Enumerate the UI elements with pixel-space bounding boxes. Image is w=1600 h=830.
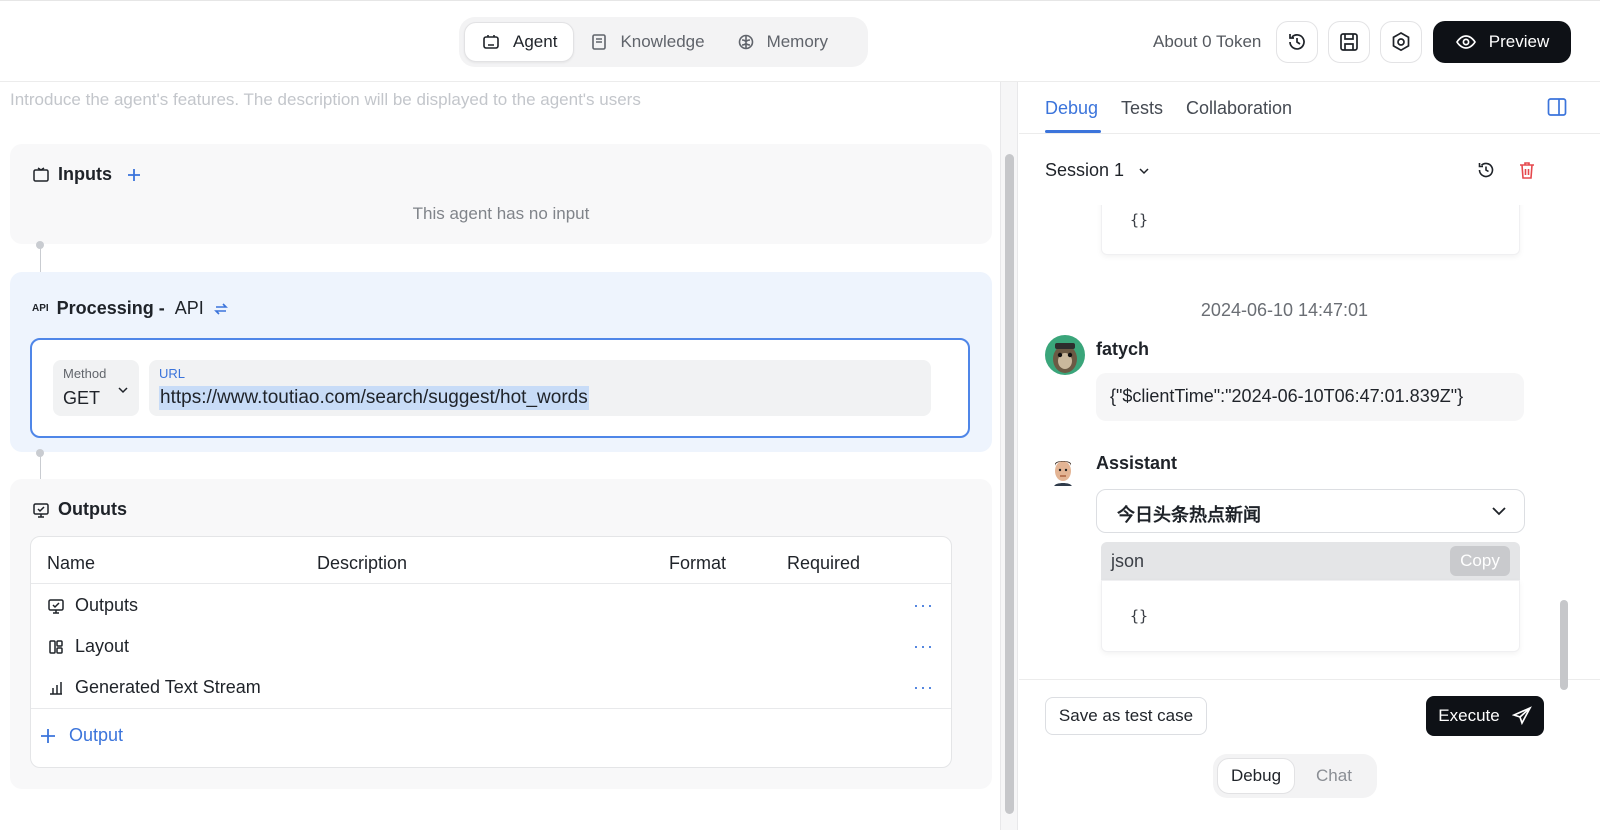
processing-title: API Processing - API [32,298,230,319]
tab-collaboration[interactable]: Collaboration [1186,98,1292,119]
brain-icon [737,33,755,51]
add-input-button[interactable] [126,167,142,183]
input-icon [32,166,50,184]
delete-icon[interactable] [1518,160,1536,180]
mode-debug[interactable]: Debug [1217,758,1295,794]
more-options-button[interactable]: ··· [913,636,934,657]
active-tab-indicator [1045,130,1101,133]
outputs-title: Outputs [32,499,127,520]
user-name: fatych [1096,339,1150,359]
description-input[interactable]: Introduce the agent's features. The desc… [10,90,641,110]
settings-button[interactable] [1380,21,1422,63]
debug-chat-switch: Debug Chat [1213,754,1377,798]
column-header: Format [669,553,727,573]
inputs-card: Inputs This agent has no input [10,144,992,244]
chevron-down-icon [1138,165,1150,177]
output-icon [32,501,50,519]
outputs-table: Name Description Format Required Outputs… [30,536,952,768]
text-stream-icon [47,679,65,697]
scrollbar-thumb[interactable] [1005,154,1014,814]
session-select[interactable]: Session 1 [1045,160,1150,181]
copy-button[interactable]: Copy [1450,546,1510,576]
switch-icon[interactable] [212,300,230,318]
inputs-title: Inputs [32,164,142,185]
agent-editor: Introduce the agent's features. The desc… [0,82,1018,830]
code-block: {} [1101,580,1520,652]
assistant-name: Assistant [1096,453,1178,473]
api-icon: API [32,303,49,314]
api-config-box: Method GET URL https://www.toutiao.com/s… [30,338,970,438]
save-icon [1338,31,1360,53]
tab-tests[interactable]: Tests [1121,98,1163,119]
top-header: Agent Knowledge Memory About 0 Token Pre… [0,0,1600,82]
tab-memory[interactable]: Memory [721,22,844,62]
layout-icon [47,638,65,656]
add-output-button[interactable]: Output [39,725,123,746]
robot-icon [481,32,501,52]
message-timestamp: 2024-06-10 14:47:01 [1200,300,1369,320]
chat-history: {} 2024-06-10 14:47:01 fatych {"$clientT… [1019,205,1600,680]
user-message: {"$clientTime":"2024-06-10T06:47:01.839Z… [1096,373,1524,421]
mode-chat[interactable]: Chat [1295,758,1373,794]
code-block: {} [1101,205,1520,255]
avatar [1045,335,1085,375]
column-header: Name [47,553,96,573]
output-icon [47,597,65,615]
table-row[interactable]: Generated Text Stream ··· [31,667,951,708]
eye-icon [1455,31,1477,53]
no-input-text: This agent has no input [412,204,590,223]
method-select[interactable]: Method GET [53,360,139,416]
table-row[interactable]: Outputs ··· [31,585,951,626]
plus-icon [39,727,57,745]
panel-tabs: Debug Tests Collaboration [1019,82,1600,134]
tab-debug[interactable]: Debug [1045,98,1098,119]
panel-scrollbar[interactable] [1560,600,1568,690]
chevron-down-icon [1490,502,1508,520]
editor-scrollbar[interactable] [1000,82,1018,830]
token-count: About 0 Token [1153,32,1262,51]
tab-agent[interactable]: Agent [464,22,575,62]
more-options-button[interactable]: ··· [913,677,934,698]
code-header: json Copy [1101,542,1520,580]
execute-button[interactable]: Execute [1426,696,1544,736]
processing-card: API Processing - API Method GET URL http… [10,272,992,452]
save-button[interactable] [1328,21,1370,63]
outputs-card: Outputs Name Description Format Required… [10,479,992,789]
url-value: https://www.toutiao.com/search/suggest/h… [159,386,589,410]
history-icon [1286,31,1308,53]
chevron-down-icon [117,384,129,396]
send-icon [1511,706,1532,726]
url-input[interactable]: URL https://www.toutiao.com/search/sugge… [149,360,931,416]
column-header: Description [317,553,408,573]
more-options-button[interactable]: ··· [913,595,934,616]
gear-icon [1390,31,1412,53]
divider [31,583,951,584]
response-dropdown[interactable]: 今日头条热点新闻 [1096,489,1525,533]
mode-switcher: Agent Knowledge Memory [459,17,868,67]
history-button[interactable] [1276,21,1318,63]
table-row[interactable]: Layout ··· [31,626,951,667]
preview-button[interactable]: Preview [1433,21,1571,63]
session-history-icon[interactable] [1476,160,1496,180]
divider [31,708,951,709]
assistant-avatar [1045,452,1081,488]
tab-knowledge[interactable]: Knowledge [574,22,720,62]
save-test-case-button[interactable]: Save as test case [1045,697,1207,735]
sidebar-toggle-icon[interactable] [1546,96,1568,118]
book-icon [590,33,608,51]
panel-footer: Save as test case Execute Debug Chat [1019,679,1600,830]
debug-panel: Debug Tests Collaboration Session 1 {} 2… [1019,82,1600,830]
column-header: Required [787,553,861,573]
